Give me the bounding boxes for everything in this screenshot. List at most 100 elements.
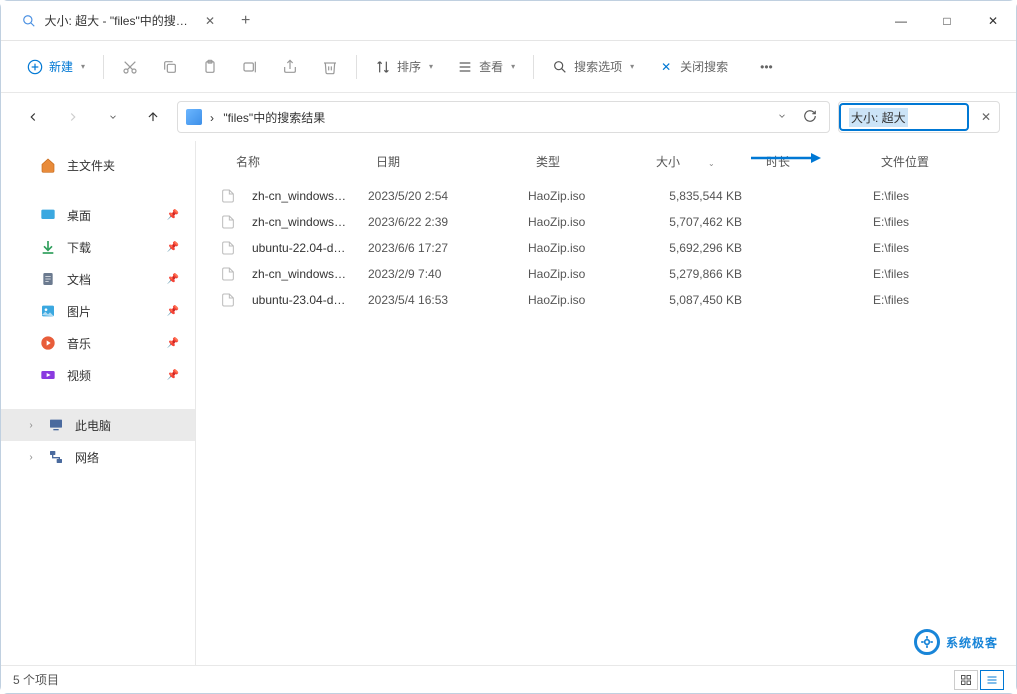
minimize-button[interactable]: —: [878, 1, 924, 41]
file-row[interactable]: zh-cn_windows_10... 2023/5/20 2:54 HaoZi…: [212, 183, 1000, 209]
file-size: 5,692,296 KB: [640, 241, 750, 255]
view-label: 查看: [479, 58, 503, 75]
share-button[interactable]: [272, 53, 308, 81]
sidebar-item-home[interactable]: 主文件夹: [1, 149, 195, 181]
file-name: ubuntu-22.04-des...: [244, 241, 360, 255]
address-bar[interactable]: › "files"中的搜索结果: [177, 101, 830, 133]
sidebar-item-network[interactable]: › 网络: [1, 441, 195, 473]
recent-button[interactable]: [97, 101, 129, 133]
sidebar-item-pictures[interactable]: 图片 📌: [1, 295, 195, 327]
search-query-text: 大小: 超大: [849, 108, 908, 127]
grid-view-button[interactable]: [954, 670, 978, 690]
cut-button[interactable]: [112, 53, 148, 81]
sidebar-label: 桌面: [67, 207, 91, 224]
file-row[interactable]: ubuntu-22.04-des... 2023/6/6 17:27 HaoZi…: [212, 235, 1000, 261]
sidebar-label: 图片: [67, 303, 91, 320]
file-row[interactable]: ubuntu-23.04-des... 2023/5/4 16:53 HaoZi…: [212, 287, 1000, 313]
search-input[interactable]: 大小: 超大: [839, 103, 969, 131]
file-name: zh-cn_windows_se...: [244, 267, 360, 281]
item-count: 5 个项目: [13, 671, 59, 688]
col-type[interactable]: 类型: [528, 149, 648, 174]
separator: [356, 55, 357, 79]
separator: [103, 55, 104, 79]
ellipsis-icon: •••: [760, 60, 773, 74]
share-icon: [282, 59, 298, 75]
back-button[interactable]: [17, 101, 49, 133]
sidebar-item-documents[interactable]: 文档 📌: [1, 263, 195, 295]
search-clear-button[interactable]: ✕: [981, 110, 991, 124]
file-icon: [220, 292, 236, 308]
col-duration[interactable]: 时长: [758, 149, 873, 174]
file-row[interactable]: zh-cn_windows_11... 2023/6/22 2:39 HaoZi…: [212, 209, 1000, 235]
pin-icon: 📌: [167, 242, 179, 253]
column-headers: 名称 日期 类型 大小⌄ 时长 文件位置: [196, 141, 1016, 183]
sidebar-label: 网络: [75, 449, 99, 466]
file-date: 2023/6/22 2:39: [360, 215, 520, 229]
col-size[interactable]: 大小⌄: [648, 149, 758, 174]
toolbar: 新建 ▾ 排序 ▾ 查看 ▾ 搜索选项 ▾ ✕ 关闭搜索 •••: [1, 41, 1016, 93]
details-view-button[interactable]: [980, 670, 1004, 690]
close-search-button[interactable]: ✕ 关闭搜索: [648, 52, 738, 81]
chevron-right-icon[interactable]: ›: [25, 452, 37, 463]
col-date[interactable]: 日期: [368, 149, 528, 174]
paste-icon: [202, 59, 218, 75]
folder-icon: [186, 109, 202, 125]
sidebar-item-downloads[interactable]: 下载 📌: [1, 231, 195, 263]
file-size: 5,835,544 KB: [640, 189, 750, 203]
pin-icon: 📌: [167, 306, 179, 317]
tab-title: 大小: 超大 - "files"中的搜索结: [45, 12, 195, 29]
delete-button[interactable]: [312, 53, 348, 81]
forward-button[interactable]: [57, 101, 89, 133]
new-label: 新建: [49, 58, 73, 75]
sort-button[interactable]: 排序 ▾: [365, 52, 443, 81]
plus-circle-icon: [27, 59, 43, 75]
chevron-down-icon: ▾: [511, 62, 515, 71]
more-button[interactable]: •••: [750, 54, 783, 80]
new-button[interactable]: 新建 ▾: [17, 52, 95, 81]
tab-close-button[interactable]: ✕: [203, 12, 217, 30]
view-toggles: [954, 670, 1004, 690]
rename-icon: [242, 59, 258, 75]
new-tab-button[interactable]: +: [229, 4, 262, 38]
col-location[interactable]: 文件位置: [873, 149, 1000, 174]
col-name[interactable]: 名称: [228, 149, 368, 174]
search-icon: [21, 13, 37, 29]
chevron-right-icon[interactable]: ›: [25, 420, 37, 431]
paste-button[interactable]: [192, 53, 228, 81]
separator: [533, 55, 534, 79]
sidebar-item-this-pc[interactable]: › 此电脑: [1, 409, 195, 441]
file-size: 5,707,462 KB: [640, 215, 750, 229]
cut-icon: [122, 59, 138, 75]
file-location: E:\files: [865, 267, 1000, 281]
pin-icon: 📌: [167, 274, 179, 285]
document-icon: [39, 270, 57, 288]
file-size: 5,087,450 KB: [640, 293, 750, 307]
sidebar-item-music[interactable]: 音乐 📌: [1, 327, 195, 359]
file-row[interactable]: zh-cn_windows_se... 2023/2/9 7:40 HaoZip…: [212, 261, 1000, 287]
file-date: 2023/5/4 16:53: [360, 293, 520, 307]
copy-icon: [162, 59, 178, 75]
close-search-label: 关闭搜索: [680, 58, 728, 75]
rename-button[interactable]: [232, 53, 268, 81]
search-options-label: 搜索选项: [574, 58, 622, 75]
copy-button[interactable]: [152, 53, 188, 81]
sidebar-item-desktop[interactable]: 桌面 📌: [1, 199, 195, 231]
watermark: 系统极客: [914, 629, 998, 655]
file-name: ubuntu-23.04-des...: [244, 293, 360, 307]
view-button[interactable]: 查看 ▾: [447, 52, 525, 81]
maximize-button[interactable]: □: [924, 1, 970, 41]
watermark-icon: [914, 629, 940, 655]
file-icon: [220, 240, 236, 256]
video-icon: [39, 366, 57, 384]
file-type: HaoZip.iso: [520, 267, 640, 281]
address-dropdown[interactable]: [773, 106, 791, 128]
up-button[interactable]: [137, 101, 169, 133]
close-button[interactable]: ✕: [970, 1, 1016, 41]
file-icon: [220, 266, 236, 282]
titlebar: 大小: 超大 - "files"中的搜索结 ✕ + — □ ✕: [1, 1, 1016, 41]
tab[interactable]: 大小: 超大 - "files"中的搜索结 ✕: [9, 4, 229, 38]
sidebar-item-videos[interactable]: 视频 📌: [1, 359, 195, 391]
search-options-button[interactable]: 搜索选项 ▾: [542, 52, 644, 81]
sidebar-label: 文档: [67, 271, 91, 288]
refresh-button[interactable]: [799, 105, 821, 130]
